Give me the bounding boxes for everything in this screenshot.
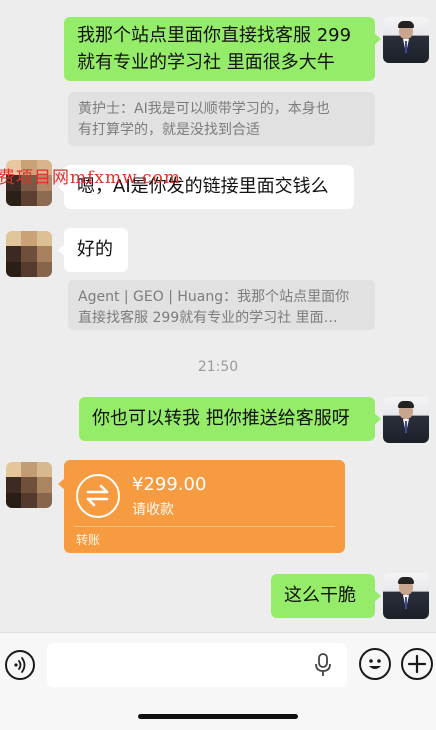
my-message-bubble[interactable]: 这么干脆: [271, 574, 381, 618]
my-avatar[interactable]: [383, 397, 429, 443]
home-indicator[interactable]: [138, 714, 298, 719]
voice-icon[interactable]: [5, 650, 35, 680]
contact-avatar[interactable]: [6, 462, 52, 508]
my-message-bubble[interactable]: 我那个站点里面你直接找客服 299 就有专业的学习社 里面很多大牛: [64, 17, 381, 81]
quoted-message[interactable]: Agent | GEO | Huang：我那个站点里面你 直接找客服 299就有…: [68, 280, 375, 330]
my-avatar[interactable]: [383, 573, 429, 619]
transfer-amount: ¥299.00: [132, 474, 207, 495]
quoted-message[interactable]: 黄护士：AI我是可以顺带学习的，本身也 有打算学的，就是没找到合适: [68, 92, 375, 146]
contact-avatar[interactable]: [6, 231, 52, 277]
watermark-text: 费项目网mfxmw.com: [0, 168, 181, 188]
chat-area: 我那个站点里面你直接找客服 299 就有专业的学习社 里面很多大牛 黄护士：AI…: [0, 0, 436, 632]
emoji-icon[interactable]: [359, 648, 391, 680]
transfer-status: 请收款: [132, 502, 174, 518]
transfer-icon: [76, 474, 120, 518]
my-message-bubble[interactable]: 你也可以转我 把你推送给客服呀: [79, 397, 381, 441]
microphone-icon[interactable]: [313, 652, 333, 678]
transfer-label: 转账: [76, 533, 101, 547]
contact-message-bubble[interactable]: 好的: [58, 228, 128, 272]
transfer-card[interactable]: ¥299.00 请收款 转账: [58, 460, 345, 553]
transfer-divider: [74, 526, 335, 527]
my-avatar[interactable]: [383, 17, 429, 63]
timestamp: 21:50: [197, 359, 239, 375]
plus-icon[interactable]: [401, 648, 433, 680]
message-input[interactable]: [47, 643, 347, 687]
